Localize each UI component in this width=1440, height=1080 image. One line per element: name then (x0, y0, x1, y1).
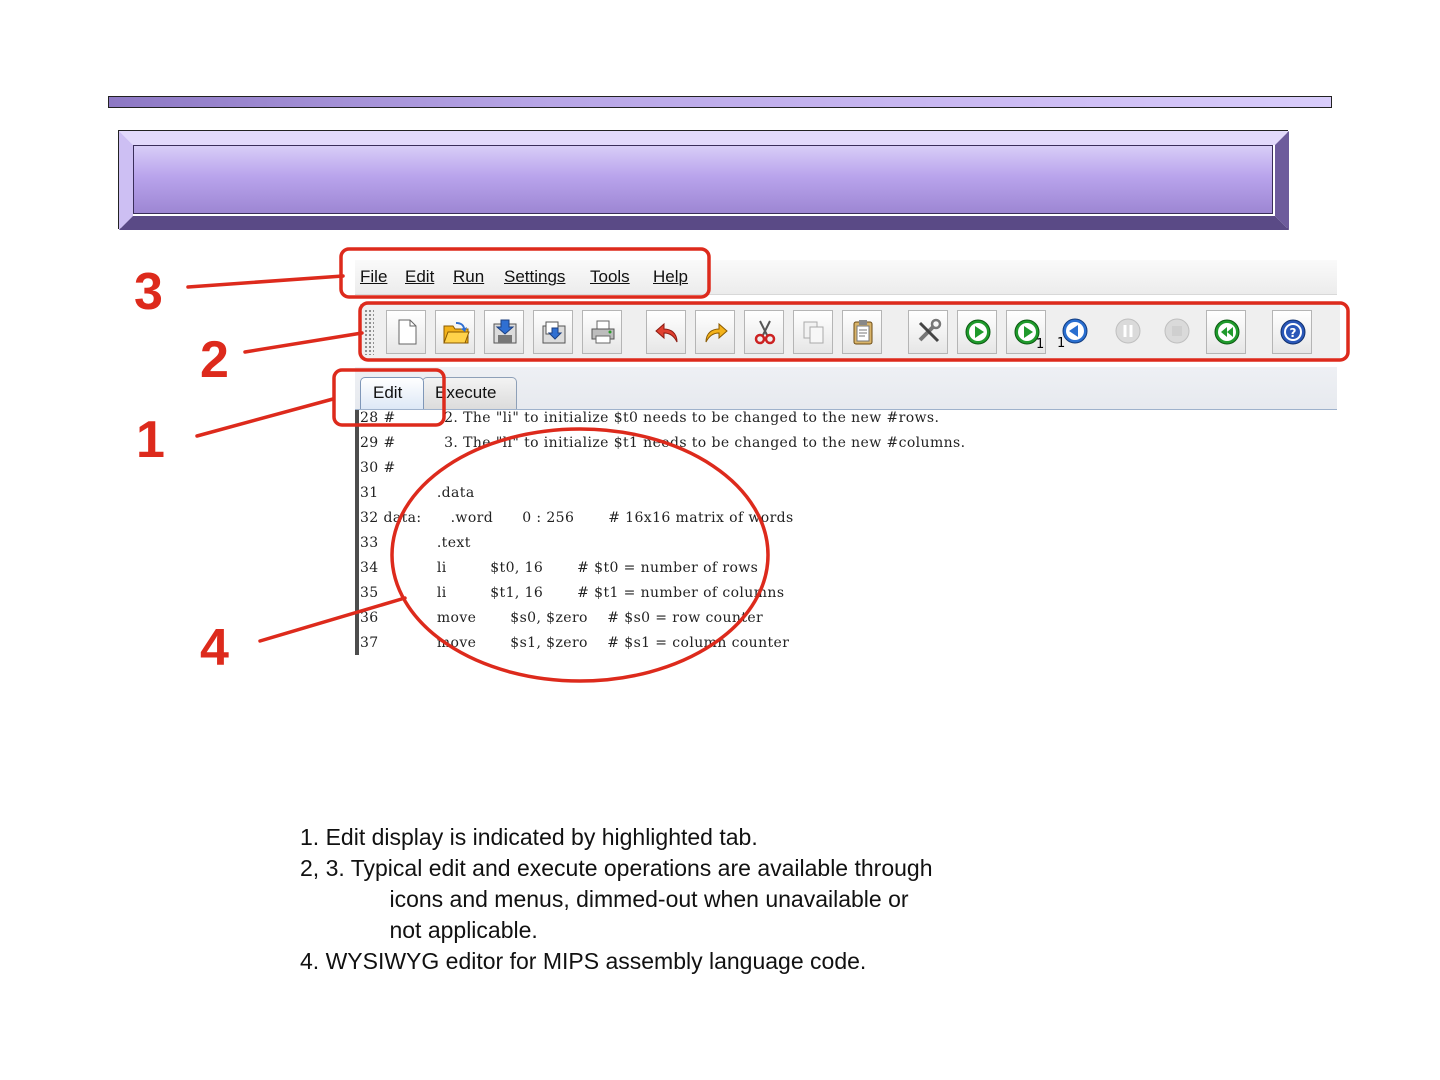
explanation-notes: 1. Edit display is indicated by highligh… (300, 822, 1100, 977)
callout-1-leader (195, 397, 335, 438)
tab-edit[interactable]: Edit (360, 377, 424, 409)
callout-number-4: 4 (200, 619, 229, 677)
note-line: 1. Edit display is indicated by highligh… (300, 824, 758, 850)
toolbar-highlight-box (358, 301, 1350, 362)
callout-number-3: 3 (134, 263, 163, 321)
note-line: 2, 3. Typical edit and execute operation… (300, 855, 933, 881)
callout-4-leader (258, 596, 407, 643)
note-line: not applicable. (300, 917, 538, 943)
menu-highlight-box (339, 247, 711, 299)
note-line: 4. WYSIWYG editor for MIPS assembly lang… (300, 948, 867, 974)
callout-3-leader (186, 274, 345, 289)
callout-number-2: 2 (200, 331, 229, 389)
callout-number-1: 1 (136, 411, 165, 469)
editor-highlight-ellipse (390, 427, 770, 683)
callout-2-leader (243, 331, 364, 354)
note-line: icons and menus, dimmed-out when unavail… (300, 886, 909, 912)
